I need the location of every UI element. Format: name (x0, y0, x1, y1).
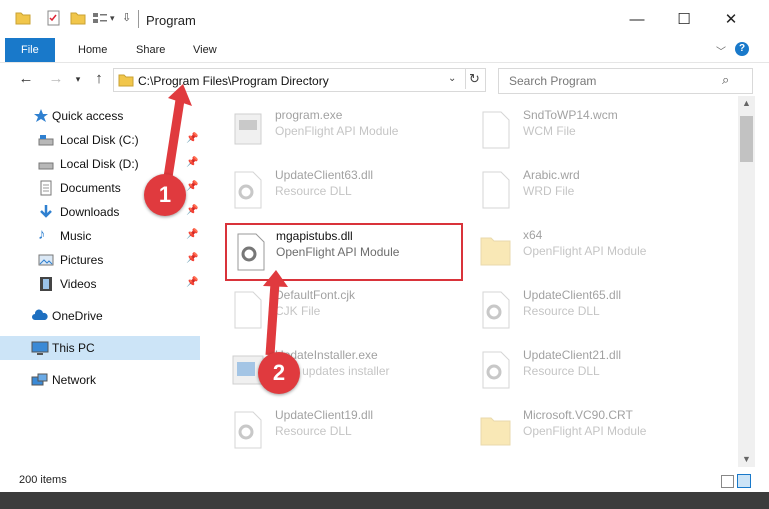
item-count: 200 items (19, 474, 67, 486)
arrow-2-head (263, 270, 288, 287)
status-bar: 200 items (0, 472, 769, 490)
step-marker-2: 2 (258, 352, 300, 394)
large-icons-view-icon[interactable] (737, 474, 751, 488)
annotation-overlay (161, 84, 288, 356)
arrow-2-shaft (265, 282, 280, 356)
taskbar-strip (0, 492, 769, 509)
details-view-icon[interactable] (721, 475, 734, 488)
step-marker-1: 1 (144, 174, 186, 216)
